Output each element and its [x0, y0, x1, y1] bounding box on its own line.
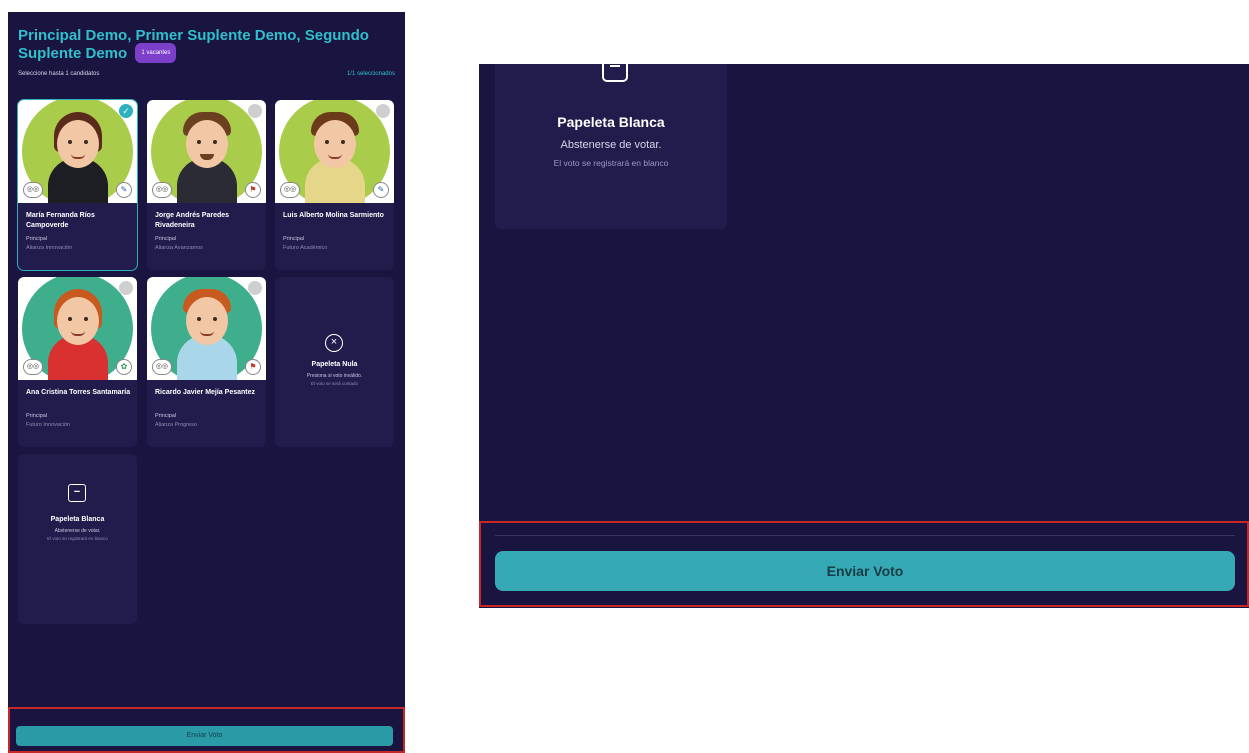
party-logo-icon: ◎◎: [23, 359, 43, 375]
minus-square-icon: [602, 64, 628, 82]
candidate-party: Alianza Avanzamos: [155, 245, 203, 251]
party-logo-icon: ◎◎: [152, 182, 172, 198]
candidate-role: Principal: [155, 413, 177, 419]
null-ballot-title: Papeleta Nula: [311, 361, 358, 368]
blank-ballot-note: El voto se registrará en blanco: [553, 158, 669, 168]
candidate-name: Jorge Andrés Paredes Rivadeneira: [155, 212, 230, 229]
select-check-icon[interactable]: [376, 104, 390, 118]
vacancies-badge: 1 vacantes: [135, 43, 177, 63]
candidate-card[interactable]: ◎◎ ⚑ Ricardo Javier Mejía Pesantez Princ…: [147, 277, 266, 447]
blank-ballot-note: El voto se registrará en blanco: [47, 536, 108, 541]
candidate-photo: ◎◎ ⚑: [147, 100, 266, 203]
candidate-card[interactable]: ◎◎ ✎ ✓ María Fernanda Ríos Campoverde Pr…: [17, 99, 138, 271]
candidate-name: Ricardo Javier Mejía Pesantez: [155, 389, 255, 396]
candidate-card[interactable]: ◎◎ ✿ Ana Cristina Torres Santamaría Prin…: [18, 277, 137, 447]
party-logo-icon: ◎◎: [280, 182, 300, 198]
candidate-party: Futuro Innovación: [26, 422, 71, 428]
selection-instructions: Seleccione hasta 1 candidatos: [18, 71, 100, 77]
candidate-role: Principal: [26, 413, 48, 419]
close-circle-icon: ×: [325, 334, 343, 352]
party-logo-icon: ◎◎: [23, 182, 43, 198]
blank-ballot-card[interactable]: − Papeleta Blanca Abstenerse de votar. E…: [18, 454, 137, 624]
send-vote-button[interactable]: Enviar Voto: [495, 551, 1235, 591]
candidate-name: Luis Alberto Molina Sarmiento: [283, 212, 384, 219]
party-logo-icon: ◎◎: [152, 359, 172, 375]
candidate-card[interactable]: ◎◎ ⚑ Jorge Andrés Paredes Rivadeneira Pr…: [147, 100, 266, 270]
candidate-photo: ◎◎ ✿: [18, 277, 137, 380]
candidate-photo: ◎◎ ✎: [275, 100, 394, 203]
candidate-party: Alianza Progreso: [155, 422, 197, 428]
list-logo-icon: ⚑: [245, 359, 261, 375]
blank-ballot-card[interactable]: Papeleta Blanca Abstenerse de votar. El …: [495, 64, 727, 229]
candidate-role: Principal: [26, 236, 48, 242]
null-ballot-desc: Presiona si voto inválido.: [306, 373, 363, 379]
selected-check-icon[interactable]: ✓: [119, 104, 133, 118]
divider: [495, 535, 1235, 536]
list-logo-icon: ⚑: [245, 182, 261, 198]
null-ballot-card[interactable]: × Papeleta Nula Presiona si voto inválid…: [275, 277, 394, 447]
list-logo-icon: ✎: [373, 182, 389, 198]
footer-highlight: Enviar Voto: [8, 707, 405, 753]
candidate-role: Principal: [155, 236, 177, 242]
select-check-icon[interactable]: [248, 281, 262, 295]
candidate-photo: ◎◎ ✎: [18, 100, 137, 203]
candidate-photo: ◎◎ ⚑: [147, 277, 266, 380]
candidate-party: Futuro Académico: [283, 245, 328, 251]
select-check-icon[interactable]: [248, 104, 262, 118]
ballot-title: Principal Demo, Primer Suplente Demo, Se…: [18, 27, 369, 63]
footer-highlight: Enviar Voto: [479, 521, 1249, 607]
blank-ballot-title: Papeleta Blanca: [50, 516, 105, 523]
send-vote-button[interactable]: Enviar Voto: [16, 726, 393, 746]
minus-square-icon: −: [68, 484, 86, 502]
candidate-role: Principal: [283, 236, 305, 242]
null-ballot-note: El voto se será contado: [310, 381, 359, 386]
candidate-card[interactable]: ◎◎ ✎ Luis Alberto Molina Sarmiento Princ…: [275, 100, 394, 270]
list-logo-icon: ✿: [116, 359, 132, 375]
ballot-screen-full: Principal Demo, Primer Suplente Demo, Se…: [8, 12, 405, 753]
candidate-party: Alianza Innovación: [26, 245, 73, 251]
select-check-icon[interactable]: [119, 281, 133, 295]
candidate-name: Ana Cristina Torres Santamaría: [26, 389, 131, 396]
ballot-screen-zoom: Papeleta Blanca Abstenerse de votar. El …: [479, 64, 1249, 608]
blank-ballot-title: Papeleta Blanca: [557, 114, 665, 130]
candidate-name: María Fernanda Ríos Campoverde: [26, 212, 95, 229]
list-logo-icon: ✎: [116, 182, 132, 198]
blank-ballot-desc: Abstenerse de votar.: [560, 139, 662, 151]
selected-count: 1/1 seleccionados: [346, 71, 395, 77]
blank-ballot-desc: Abstenerse de votar.: [54, 528, 101, 534]
